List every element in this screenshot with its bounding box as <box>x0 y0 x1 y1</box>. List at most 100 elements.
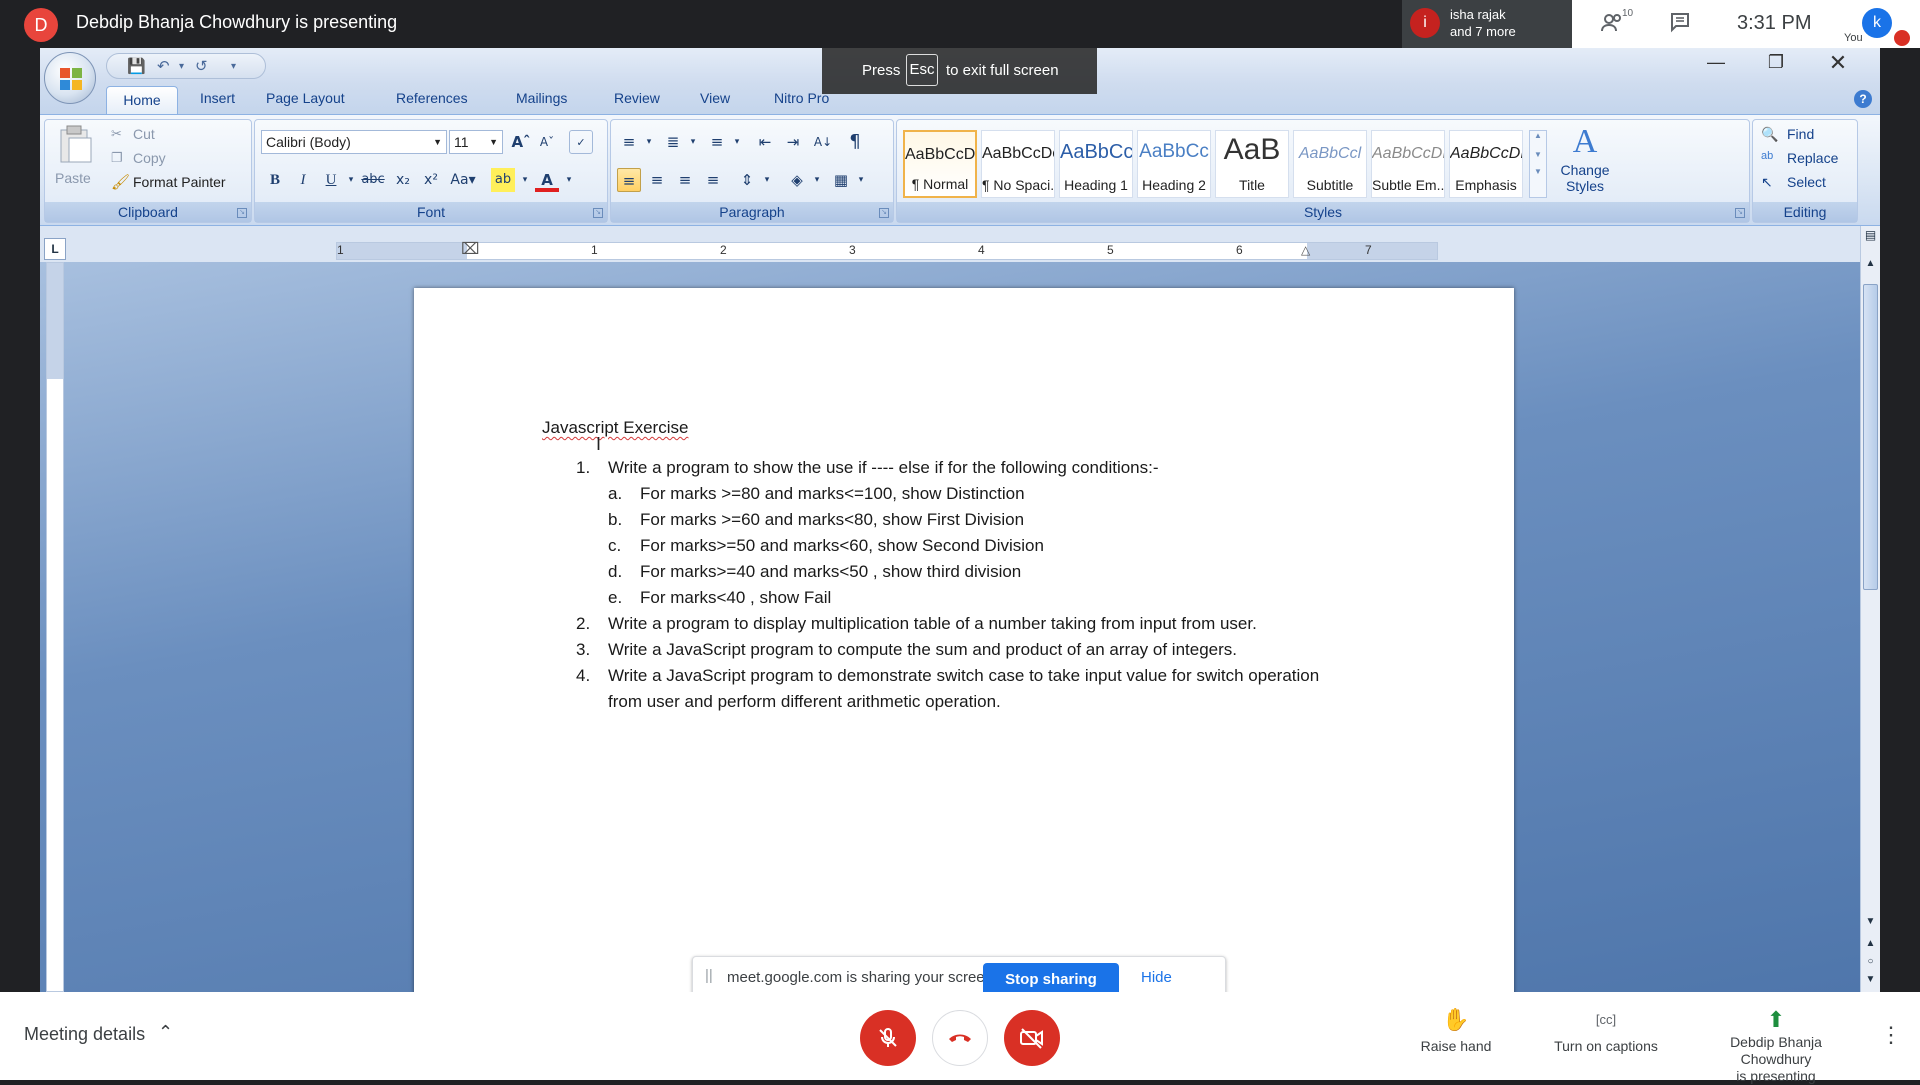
borders-dropdown-icon[interactable]: ▾ <box>849 168 873 192</box>
styles-up-icon[interactable]: ▲ <box>1530 131 1546 140</box>
styles-down-icon[interactable]: ▼ <box>1530 150 1546 159</box>
superscript-icon[interactable]: x² <box>419 168 443 192</box>
replace-button[interactable]: ab Replace <box>1761 148 1855 170</box>
save-icon[interactable]: 💾 <box>127 57 146 75</box>
tab-home[interactable]: Home <box>106 86 178 114</box>
hide-button[interactable]: Hide <box>1141 969 1172 986</box>
participants-chip[interactable]: i isha rajak and 7 more <box>1402 0 1572 48</box>
subscript-icon[interactable]: x₂ <box>391 168 415 192</box>
close-icon[interactable]: ✕ <box>1818 50 1858 76</box>
paragraph-launcher-icon[interactable]: ↘ <box>879 208 889 218</box>
shading-dropdown-icon[interactable]: ▾ <box>805 168 829 192</box>
bold-icon[interactable]: B <box>263 168 287 192</box>
shrink-font-icon[interactable]: Aˇ <box>535 130 559 154</box>
font-size-select[interactable]: 11 ▼ <box>449 130 503 154</box>
style-subtitle[interactable]: AaBbCcl Subtitle <box>1293 130 1367 198</box>
underline-dropdown-icon[interactable]: ▾ <box>339 168 363 192</box>
undo-icon[interactable]: ↶ <box>157 57 170 75</box>
right-indent-marker-icon[interactable]: △ <box>1301 243 1310 257</box>
sort-icon[interactable]: A↓ <box>811 130 835 154</box>
tab-mailings[interactable]: Mailings <box>516 90 567 106</box>
customize-qat-icon[interactable]: ▾ <box>231 61 236 72</box>
minimize-icon[interactable]: — <box>1696 52 1736 73</box>
justify-icon[interactable]: ≡ <box>701 168 725 192</box>
style-heading-1[interactable]: AaBbCc Heading 1 <box>1059 130 1133 198</box>
presenting-button[interactable]: ⬆ Debdip Bhanja Chowdhury is presenting <box>1694 1006 1858 1085</box>
styles-scroll[interactable]: ▲ ▼ ▼ <box>1529 130 1547 198</box>
copy-button[interactable]: ❐ Copy <box>111 148 241 170</box>
vertical-scrollbar[interactable]: ▤ ▲ ▼ ▲ ○ ▼ <box>1860 226 1880 992</box>
change-styles-button[interactable]: A Change Styles <box>1553 122 1617 204</box>
font-name-select[interactable]: Calibri (Body) ▼ <box>261 130 447 154</box>
scroll-thumb[interactable] <box>1863 284 1878 590</box>
chat-button[interactable] <box>1668 10 1692 40</box>
office-button[interactable] <box>44 52 96 104</box>
font-launcher-icon[interactable]: ↘ <box>593 208 603 218</box>
style-subtle-emphasis[interactable]: AaBbCcDı Subtle Em... <box>1371 130 1445 198</box>
style-no-spacing[interactable]: AaBbCcDc ¶ No Spaci... <box>981 130 1055 198</box>
style-normal[interactable]: AaBbCcDc ¶ Normal <box>903 130 977 198</box>
strikethrough-icon[interactable]: abc <box>361 168 385 192</box>
leave-call-button[interactable] <box>932 1010 988 1066</box>
tab-selector-icon[interactable]: L <box>44 238 66 260</box>
styles-more-icon[interactable]: ▼ <box>1530 167 1546 176</box>
tab-references[interactable]: References <box>396 90 468 106</box>
redo-icon[interactable]: ↺ <box>195 57 208 75</box>
help-icon[interactable]: ? <box>1854 90 1872 108</box>
italic-icon[interactable]: I <box>291 168 315 192</box>
meeting-details-button[interactable]: Meeting details <box>24 1024 145 1045</box>
chevron-up-icon[interactable]: ⌃ <box>158 1022 173 1043</box>
decrease-indent-icon[interactable]: ⇤ <box>753 130 777 154</box>
tab-insert[interactable]: Insert <box>200 90 235 106</box>
select-button[interactable]: ↖ Select <box>1761 172 1855 194</box>
view-ruler-icon[interactable]: ▤ <box>1863 228 1878 242</box>
font-color-dropdown-icon[interactable]: ▾ <box>557 168 581 192</box>
left-indent-marker-icon[interactable]: ⌧ <box>461 239 479 259</box>
captions-button[interactable]: [cc] Turn on captions <box>1526 1006 1686 1055</box>
camera-toggle-button[interactable] <box>1004 1010 1060 1066</box>
style-heading-2[interactable]: AaBbCc Heading 2 <box>1137 130 1211 198</box>
cut-button[interactable]: ✂ Cut <box>111 124 241 146</box>
restore-icon[interactable]: ❐ <box>1756 52 1796 73</box>
numbering-dropdown-icon[interactable]: ▾ <box>681 130 705 154</box>
grow-font-icon[interactable]: Aˆ <box>509 130 533 154</box>
align-center-icon[interactable]: ≡ <box>645 168 669 192</box>
style-title[interactable]: AaB Title <box>1215 130 1289 198</box>
scroll-down-icon[interactable]: ▼ <box>1863 916 1878 927</box>
format-painter-button[interactable]: 🖌 Format Painter <box>111 172 251 194</box>
styles-launcher-icon[interactable]: ↘ <box>1735 208 1745 218</box>
tab-view[interactable]: View <box>700 90 730 106</box>
self-avatar[interactable]: k <box>1862 8 1892 38</box>
select-browse-object-icon[interactable]: ○ <box>1863 956 1878 967</box>
style-emphasis[interactable]: AaBbCcDı Emphasis <box>1449 130 1523 198</box>
tab-review[interactable]: Review <box>614 90 660 106</box>
tab-page-layout[interactable]: Page Layout <box>266 90 345 106</box>
change-case-icon[interactable]: Aa▾ <box>447 168 479 192</box>
increase-indent-icon[interactable]: ⇥ <box>781 130 805 154</box>
line-spacing-dropdown-icon[interactable]: ▾ <box>755 168 779 192</box>
tab-nitro-pro[interactable]: Nitro Pro <box>774 90 829 106</box>
previous-page-icon[interactable]: ▲ <box>1863 938 1878 949</box>
paste-button[interactable]: Paste <box>53 124 97 194</box>
font-color-icon[interactable]: A <box>535 168 559 192</box>
scroll-up-icon[interactable]: ▲ <box>1863 258 1878 269</box>
more-options-icon[interactable]: ⋮ <box>1880 1022 1902 1048</box>
next-page-icon[interactable]: ▼ <box>1863 974 1878 985</box>
people-button[interactable]: 10 <box>1600 8 1633 42</box>
document-page[interactable]: Javascript Exercise I 1. Write a program… <box>414 288 1514 992</box>
align-left-icon[interactable]: ≡ <box>617 168 641 192</box>
clipboard-launcher-icon[interactable]: ↘ <box>237 208 247 218</box>
bullets-dropdown-icon[interactable]: ▾ <box>637 130 661 154</box>
stop-sharing-button[interactable]: Stop sharing <box>983 963 1119 992</box>
show-formatting-icon[interactable]: ¶ <box>843 130 867 154</box>
undo-dropdown-icon[interactable]: ▾ <box>179 61 184 72</box>
align-right-icon[interactable]: ≡ <box>673 168 697 192</box>
highlight-dropdown-icon[interactable]: ▾ <box>513 168 537 192</box>
highlight-icon[interactable]: ab <box>491 168 515 192</box>
mic-toggle-button[interactable] <box>860 1010 916 1066</box>
find-button[interactable]: 🔍 Find <box>1761 124 1855 146</box>
raise-hand-button[interactable]: ✋ Raise hand <box>1376 1006 1536 1055</box>
drag-handle-icon[interactable]: || <box>705 967 713 984</box>
multilevel-dropdown-icon[interactable]: ▾ <box>725 130 749 154</box>
clear-formatting-icon[interactable]: ✓ <box>569 130 593 154</box>
